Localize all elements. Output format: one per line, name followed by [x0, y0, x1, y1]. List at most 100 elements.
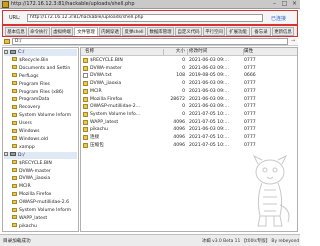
tab-0[interactable]: 基本信息: [5, 27, 27, 36]
tree-drive[interactable]: - C:/: [4, 49, 77, 56]
tree-folder[interactable]: pikachu: [12, 223, 77, 230]
file-attr: 0666: [244, 73, 256, 79]
file-row[interactable]: $RECYCLE.BIN 0 2021-06-03 09:... 0777: [81, 57, 297, 64]
file-attr: 0777: [244, 104, 256, 110]
tab-7[interactable]: 自定义代码: [175, 27, 202, 36]
url-panel: URL: http://172.16.12.3:81/hackable/uplo…: [2, 10, 298, 25]
header-attr[interactable]: 属性: [244, 48, 256, 56]
folder-icon: [12, 81, 17, 86]
directory-tree[interactable]: - C:/ $Recycle.Bin Documents and Settin Perf…: [2, 47, 79, 232]
header-time[interactable]: 修改时间: [189, 48, 243, 56]
tree-folder[interactable]: xampp: [12, 144, 77, 151]
maximize-icon[interactable]: □: [280, 0, 289, 8]
tab-5[interactable]: 反弹shell: [122, 27, 146, 36]
file-row[interactable]: MCIR 0 2021-06-03 09:... 0777: [81, 88, 297, 95]
file-row[interactable]: Mozilla Firefox 28672 2021-06-03 09:... 077…: [81, 96, 297, 103]
folder-icon: [12, 104, 17, 109]
tab-6[interactable]: 数据库管理: [147, 27, 174, 36]
url-input[interactable]: http://172.16.12.3:81/hackable/uploads/s…: [27, 14, 263, 22]
file-row[interactable]: 连接 4096 2021-07-05 10:... 0777: [81, 134, 297, 141]
file-size: 4096: [173, 119, 185, 125]
tree-folder[interactable]: Windows: [12, 128, 77, 135]
tree-item-label: xampp: [19, 144, 35, 150]
column-divider: [187, 49, 188, 55]
tree-folder[interactable]: System Volume Inform: [12, 112, 77, 119]
file-list-header: 名称 大小 修改时间 属性: [81, 48, 297, 56]
tree-folder[interactable]: ProgramData: [12, 96, 77, 103]
function-tabs: 基本信息 命令执行 虚拟终端 文件管理 内网穿透 反弹shell 数据库管理 自定义代码 平行空…: [2, 25, 298, 37]
file-row[interactable]: DVWA-master 0 2021-06-03 09:... 0777: [81, 65, 297, 72]
file-time: 2021-07-05 10:...: [189, 119, 229, 125]
file-row[interactable]: DVWA.txt 108 2019-08-05 09:... 0666: [81, 72, 297, 79]
tree-folder[interactable]: Users: [12, 120, 77, 127]
collapse-icon[interactable]: -: [4, 152, 8, 157]
collapse-icon[interactable]: -: [4, 49, 8, 54]
tree-folder[interactable]: System Volume Inform: [12, 207, 77, 214]
tree-folder[interactable]: DVWA_jiaoxia: [12, 175, 77, 182]
file-row[interactable]: System Volume Info... 0 2021-07-05 10:... 0…: [81, 111, 297, 118]
folder-icon: [12, 160, 17, 165]
file-attr: 0777: [244, 127, 256, 133]
file-attr: 0777: [244, 142, 256, 148]
tree-folder[interactable]: Documents and Settin: [12, 65, 77, 72]
tab-4[interactable]: 内网穿透: [99, 27, 121, 36]
folder-icon: [83, 104, 88, 110]
tab-2[interactable]: 虚拟终端: [51, 27, 73, 36]
tree-folder[interactable]: Program Files (x86): [12, 89, 77, 96]
file-size: 4096: [173, 142, 185, 148]
file-time: 2021-06-03 09:...: [189, 96, 229, 102]
file-row[interactable]: pikachu 4096 2021-06-03 09:... 0777: [81, 126, 297, 133]
file-name: DVWA.txt: [90, 73, 112, 79]
connection-status: 已连接: [271, 16, 287, 22]
folder-icon: [83, 96, 88, 102]
file-size: 0: [182, 88, 185, 94]
file-time: 2021-06-03 09:...: [189, 88, 229, 94]
tree-folder[interactable]: OWASP-mutillidae-2.6: [12, 199, 77, 206]
header-name[interactable]: 名称: [85, 48, 157, 56]
tab-10[interactable]: 备忘录: [251, 27, 271, 36]
file-name: DVWA_jiaoxia: [90, 81, 122, 87]
file-row[interactable]: OWASP-mutillidae-2... 0 2021-06-03 09:... 0…: [81, 103, 297, 110]
tree-folder[interactable]: Program Files: [12, 81, 77, 88]
tree-folder[interactable]: Mozilla Firefox: [12, 191, 77, 198]
header-size[interactable]: 大小: [165, 48, 185, 56]
tree-folder[interactable]: WAPP_latest: [12, 215, 77, 222]
tab-3[interactable]: 文件管理: [74, 27, 98, 36]
file-attr: 0777: [244, 81, 256, 87]
folder-icon: [12, 207, 17, 212]
tree-folder[interactable]: Recovery: [12, 104, 77, 111]
tree-folder[interactable]: DVWA-master: [12, 168, 77, 175]
tree-folder[interactable]: Windows.old: [12, 136, 77, 143]
tree-item-label: WAPP_latest: [19, 215, 48, 221]
tree-folder[interactable]: PerfLogs: [12, 73, 77, 80]
tree-folder[interactable]: MCIR: [12, 183, 77, 190]
go-button[interactable]: →: [289, 38, 297, 45]
file-name: 连接: [90, 135, 100, 140]
file-size: 28672: [170, 96, 185, 102]
folder-icon: [83, 58, 88, 63]
tree-item-label: Program Files (x86): [19, 89, 64, 95]
folder-icon: [83, 111, 88, 117]
folder-icon: [83, 88, 88, 94]
folder-icon: [12, 144, 17, 149]
file-time: 2021-06-03 09:...: [189, 65, 229, 71]
file-name: DVWA-master: [90, 65, 122, 71]
tab-8[interactable]: 平行空间: [203, 27, 225, 36]
tree-item-label: OWASP-mutillidae-2.6: [19, 200, 70, 206]
tab-1[interactable]: 命令执行: [28, 27, 50, 36]
path-input[interactable]: D:/: [12, 38, 288, 45]
file-attr: 0777: [244, 135, 256, 140]
tab-11[interactable]: 更新信息: [272, 27, 294, 36]
tiger-illustration: [252, 154, 290, 227]
tree-folder[interactable]: $RECYCLE.BIN: [12, 160, 77, 167]
file-row[interactable]: WAPP_latest 4096 2021-07-05 10:... 0777: [81, 119, 297, 126]
minimize-icon[interactable]: –: [270, 0, 279, 8]
file-row[interactable]: DVWA_jiaoxia 0 2021-06-03 09:... 0777: [81, 80, 297, 87]
tab-9[interactable]: 扩展功能: [226, 27, 250, 36]
close-icon[interactable]: ×: [290, 0, 299, 8]
tree-folder[interactable]: $Recycle.Bin: [12, 57, 77, 64]
file-time: 2021-06-03 09:...: [189, 81, 229, 87]
tree-drive[interactable]: - D:/: [4, 151, 77, 159]
folder-icon: [12, 215, 17, 220]
file-row[interactable]: 压缩包 4096 2021-07-05 10:... 0777: [81, 142, 297, 149]
